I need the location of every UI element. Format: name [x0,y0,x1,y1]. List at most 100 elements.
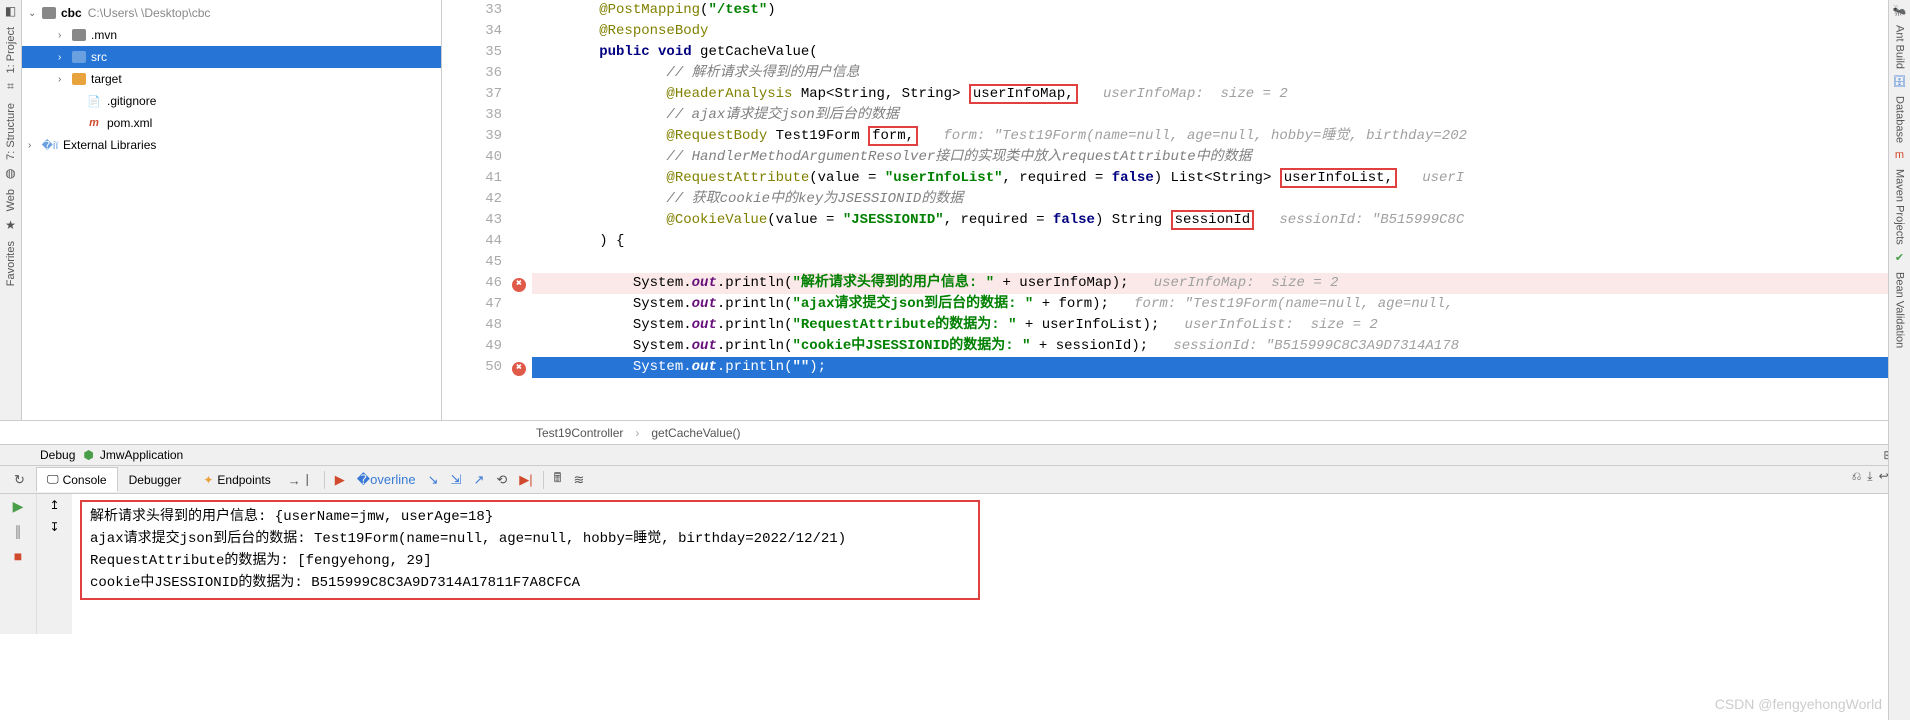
more-icon[interactable]: →丨 [282,468,320,491]
code-line[interactable]: @PostMapping("/test") [532,0,1910,21]
tool-maven-icon[interactable]: m [1895,149,1904,161]
tree-item[interactable]: ›.mvn [22,24,441,46]
resume-button[interactable]: ▶ [13,498,24,515]
console-panel: ▶ ∥ ■ ↥ ↧ 解析请求头得到的用户信息: {userName=jmw, u… [0,494,1910,634]
file-icon: 📄 [86,93,102,109]
tab-console[interactable]: 🖵Console [36,467,118,492]
tool-bean-icon[interactable]: ✔ [1895,251,1904,264]
tree-item-label: .gitignore [107,94,156,108]
filter-icon[interactable]: ⎌ [1852,469,1862,490]
up-icon[interactable]: ↥ [49,498,59,512]
crumb-class[interactable]: Test19Controller [530,426,629,440]
resume-icon[interactable]: ▶ [329,470,351,490]
code-line[interactable]: // 解析请求头得到的用户信息 [532,63,1910,84]
left-tool-gutter: ◧ 1: Project⌗ 7: Structure◍ Web★ Favorites [0,0,22,420]
tool-project-icon[interactable]: ◧ [5,4,16,18]
tree-item-label: .mvn [91,28,117,42]
tree-external-label: External Libraries [63,138,156,152]
code-area[interactable]: @PostMapping("/test") @ResponseBody publ… [532,0,1910,420]
console-output[interactable]: 解析请求头得到的用户信息: {userName=jmw, userAge=18}… [72,494,1910,634]
stop-button[interactable]: ■ [14,548,22,564]
tool-favorites-icon[interactable]: ★ [5,218,16,232]
code-line[interactable]: System.out.println(""); [532,357,1910,378]
code-line[interactable]: @RequestAttribute(value = "userInfoList"… [532,168,1910,189]
chevron-right-icon: › [629,426,645,440]
tree-root-path: C:\Users\ \Desktop\cbc [88,6,211,20]
line-number-gutter: 333435363738394041424344454647484950 [442,0,512,420]
tool-database-icon[interactable]: 🗄 [1893,75,1907,88]
console-line: RequestAttribute的数据为: [fengyehong, 29] [90,550,970,572]
code-line[interactable]: System.out.println("RequestAttribute的数据为… [532,315,1910,336]
tab-endpoints[interactable]: ✦Endpoints [192,468,281,492]
folder-icon [42,7,56,19]
console-icon: 🖵 [47,472,59,487]
tool-database[interactable]: Database [1894,90,1906,149]
watermark: CSDN @fengyehongWorld [1715,696,1882,712]
code-line[interactable]: @RequestBody Test19Form form, form: "Tes… [532,126,1910,147]
debug-label: Debug [40,448,75,462]
tool-ant-icon[interactable]: 🐜 [1893,4,1907,17]
tool-structure[interactable]: 7: Structure [5,97,17,166]
tool-web-icon[interactable]: ◍ [5,166,15,180]
drop-frame-icon[interactable]: ⟲ [490,470,513,490]
tree-item[interactable]: ›target [22,68,441,90]
tree-item-label: pom.xml [107,116,152,130]
run-to-cursor-icon[interactable]: ▶| [513,470,538,490]
evaluate-icon[interactable]: 🖩 [548,467,568,493]
library-icon: �ії [42,137,58,153]
step-over-icon[interactable]: �overline [351,470,422,490]
pause-button[interactable]: ∥ [15,523,22,540]
code-line[interactable]: System.out.println("cookie中JSESSIONID的数据… [532,336,1910,357]
code-editor[interactable]: ✔ 333435363738394041424344454647484950 ✖… [442,0,1910,420]
debug-config-name[interactable]: JmwApplication [100,448,183,462]
project-tree[interactable]: ⌄ cbc C:\Users\ \Desktop\cbc ›.mvn›src›t… [22,0,442,420]
step-out-icon[interactable]: ↗ [467,470,490,490]
code-line[interactable]: @ResponseBody [532,21,1910,42]
force-step-into-icon[interactable]: ⇲ [445,470,468,490]
code-line[interactable] [532,252,1910,273]
code-line[interactable]: System.out.println("ajax请求提交json到后台的数据: … [532,294,1910,315]
tool-structure-icon[interactable]: ⌗ [7,79,14,94]
code-line[interactable]: // 获取cookie中的key为JSESSIONID的数据 [532,189,1910,210]
console-side-toolbar: ↥ ↧ [36,494,72,634]
console-line: 解析请求头得到的用户信息: {userName=jmw, userAge=18} [90,506,970,528]
debug-tabs: ↻ 🖵Console Debugger ✦Endpoints →丨 ▶ �ove… [0,466,1910,494]
tab-debugger[interactable]: Debugger [118,468,193,492]
tool-web[interactable]: Web [5,183,17,217]
code-line[interactable]: @CookieValue(value = "JSESSIONID", requi… [532,210,1910,231]
code-line[interactable]: // HandlerMethodArgumentResolver接口的实现类中放… [532,147,1910,168]
crumb-method[interactable]: getCacheValue() [645,426,746,440]
tool-ant[interactable]: Ant Build [1894,19,1906,75]
breadcrumb[interactable]: Test19Controller › getCacheValue() [0,420,1910,444]
code-line[interactable]: System.out.println("解析请求头得到的用户信息: " + us… [532,273,1910,294]
tree-item[interactable]: 📄 .gitignore [22,90,441,112]
scroll-icon[interactable]: ⤓ [1867,469,1872,490]
tool-project[interactable]: 1: Project [5,21,17,79]
folder-o-icon [72,73,86,85]
marker-gutter: ✖✖ [512,0,532,420]
folder-b-icon [72,51,86,63]
tree-root-name: cbc [61,6,82,20]
tool-bean[interactable]: Bean Validation [1894,266,1906,354]
code-line[interactable]: ) { [532,231,1910,252]
code-line[interactable]: @HeaderAnalysis Map<String, String> user… [532,84,1910,105]
debug-tool-header[interactable]: Debug ⬢ JmwApplication ⊞ ± [0,444,1910,466]
endpoints-icon: ✦ [203,473,213,487]
tool-maven[interactable]: Maven Projects [1894,163,1906,251]
tree-item[interactable]: ›src [22,46,441,68]
tool-favorites[interactable]: Favorites [5,235,17,292]
code-line[interactable]: // ajax请求提交json到后台的数据 [532,105,1910,126]
tree-external[interactable]: › �ії External Libraries [22,134,441,156]
tree-item-label: src [91,50,107,64]
right-tool-gutter: 🐜 Ant Build🗄 Databasem Maven Projects✔ Bean … [1888,0,1910,720]
step-into-icon[interactable]: ↘ [422,470,445,490]
down-icon[interactable]: ↧ [49,520,59,534]
error-icon[interactable]: ✖ [512,278,526,292]
tree-item-label: target [91,72,122,86]
rerun-icon[interactable]: ↻ [8,470,31,490]
tree-item[interactable]: mpom.xml [22,112,441,134]
trace-icon[interactable]: ≋ [567,470,590,490]
tree-root[interactable]: ⌄ cbc C:\Users\ \Desktop\cbc [22,2,441,24]
error-icon[interactable]: ✖ [512,362,526,376]
code-line[interactable]: public void getCacheValue( [532,42,1910,63]
